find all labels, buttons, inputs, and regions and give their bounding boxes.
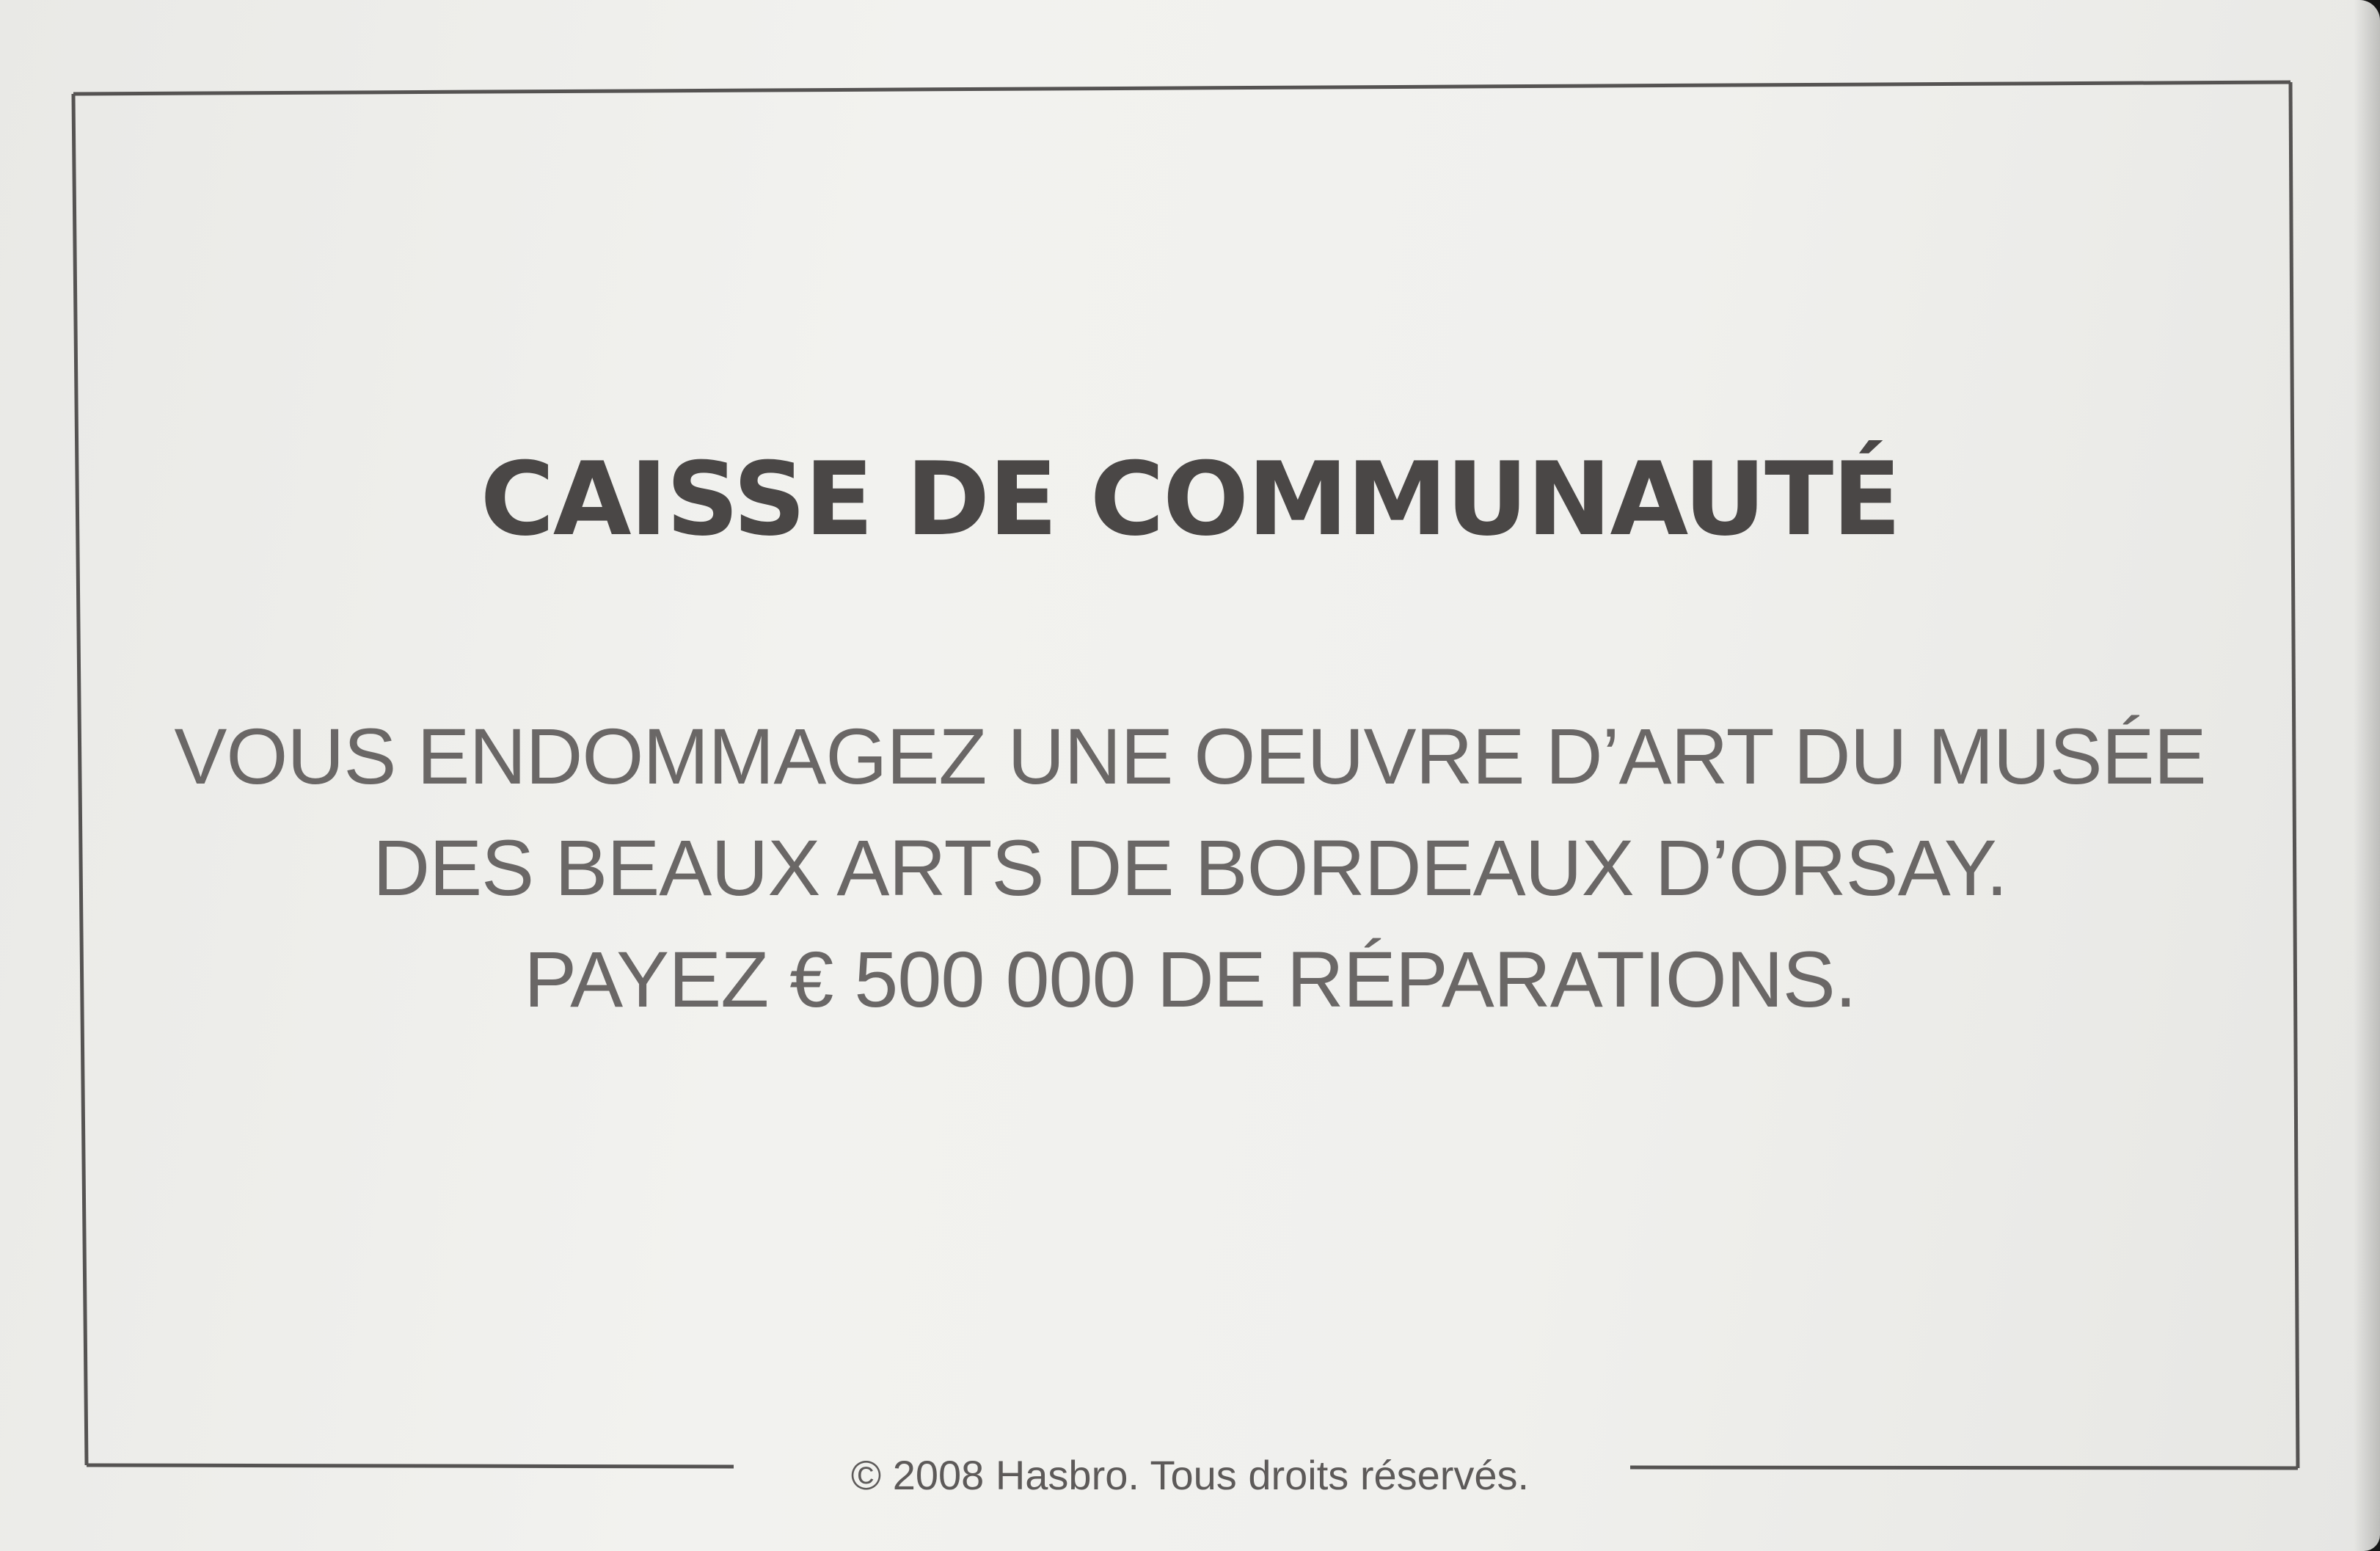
card-title: CAISSE DE COMMUNAUTÉ <box>480 440 1902 558</box>
card-body-line-1: VOUS ENDOMMAGEZ UNE OEUVRE D’ART DU MUSÉ… <box>174 712 2206 800</box>
photo-scene: CAISSE DE COMMUNAUTÉ VOUS ENDOMMAGEZ UNE… <box>0 0 2380 1551</box>
card-body-line-3: PAYEZ € 500 000 DE RÉPARATIONS. <box>524 935 1857 1023</box>
card-body-line-2: DES BEAUX ARTS DE BORDEAUX D’ORSAY. <box>373 823 2008 912</box>
card-body: VOUS ENDOMMAGEZ UNE OEUVRE D’ART DU MUSÉ… <box>0 701 2380 1035</box>
copyright-notice: © 2008 Hasbro. Tous droits réservés. <box>850 1452 1530 1498</box>
frame-top-line <box>73 80 2291 96</box>
